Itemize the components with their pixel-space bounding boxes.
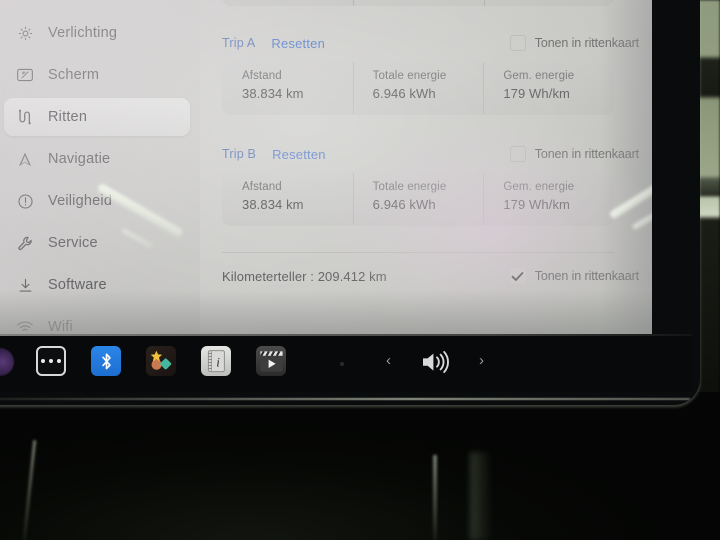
- dashboard-background: [0, 392, 720, 540]
- odometer-row: Kilometerteller : 209.412 km Tonen in ri…: [200, 265, 652, 287]
- bezel-highlight: [0, 398, 690, 400]
- previous-trip-card-clipped: [222, 0, 614, 6]
- stat-label: Totale energie: [372, 70, 447, 82]
- trip-b-header: Trip B Resetten Tonen in rittenkaart: [200, 143, 652, 165]
- trip-a-name: Trip A: [222, 36, 256, 50]
- odometer-show-on-map-toggle[interactable]: Tonen in rittenkaart: [509, 265, 639, 287]
- trip-b-stat-afstand: Afstand 38.834 km: [222, 172, 353, 226]
- volume-next-button[interactable]: ›: [479, 352, 484, 370]
- sidebar-item-verlichting[interactable]: Verlichting: [4, 14, 190, 52]
- stat-label: Afstand: [242, 181, 282, 193]
- trip-a-stats-card: Afstand 38.834 km Totale energie 6.946 k…: [222, 61, 614, 115]
- sidebar-item-label: Software: [48, 277, 107, 293]
- sidebar-item-software[interactable]: Software: [4, 266, 190, 304]
- sidebar-item-navigatie[interactable]: Navigatie: [4, 140, 190, 178]
- download-icon: [16, 276, 34, 294]
- checkbox-label: Tonen in rittenkaart: [534, 147, 639, 161]
- stat-label: Afstand: [242, 70, 282, 82]
- stat-value: 38.834 km: [242, 197, 304, 212]
- wifi-icon: [16, 318, 34, 334]
- left-glow-orb: [0, 348, 14, 376]
- stat-label: Totale energie: [372, 181, 447, 193]
- sidebar-item-ritten[interactable]: Ritten: [4, 98, 190, 136]
- odometer-text: Kilometerteller : 209.412 km: [222, 268, 387, 284]
- trips-panel: Trip A Resetten Tonen in rittenkaart Afs…: [200, 0, 652, 334]
- stat-value: 6.946 kWh: [372, 86, 436, 101]
- trip-a-header: Trip A Resetten Tonen in rittenkaart: [200, 32, 652, 54]
- trip-b-show-on-map-toggle[interactable]: Tonen in rittenkaart: [509, 143, 639, 165]
- trip-a-block: Trip A Resetten Tonen in rittenkaart Afs…: [200, 32, 652, 115]
- light-streak: [470, 452, 492, 540]
- warning-circle-icon: [16, 192, 34, 210]
- checkbox-unchecked[interactable]: [509, 146, 526, 162]
- navigation-arrow-icon: [16, 150, 34, 168]
- trip-b-stats-card: Afstand 38.834 km Totale energie 6.946 k…: [222, 172, 614, 226]
- stat-label: Gem. energie: [503, 181, 575, 193]
- trip-a-show-on-map-toggle[interactable]: Tonen in rittenkaart: [509, 32, 639, 54]
- checkbox-checked[interactable]: [509, 268, 526, 284]
- sidebar-item-label: Wifi: [48, 319, 73, 334]
- trip-b-stat-totale-energie: Totale energie 6.946 kWh: [352, 172, 484, 226]
- trip-a-reset-button[interactable]: Resetten: [271, 36, 325, 51]
- checkbox-label: Tonen in rittenkaart: [534, 36, 639, 50]
- checkbox-unchecked[interactable]: [509, 35, 526, 51]
- sidebar-item-label: Service: [48, 235, 98, 251]
- stat-value: 6.946 kWh: [372, 197, 436, 212]
- display-icon: [16, 66, 34, 84]
- sidebar-item-service[interactable]: Service: [4, 224, 190, 262]
- media-player-icon[interactable]: [256, 346, 286, 376]
- trips-road-icon: [16, 108, 34, 126]
- photo-scene: Verlichting Scherm Ritten Navigatie Veil…: [0, 0, 720, 540]
- svg-text:i: i: [216, 354, 220, 369]
- trip-a-stat-totale-energie: Totale energie 6.946 kWh: [352, 61, 484, 115]
- stat-label: Gem. energie: [503, 70, 575, 82]
- taskbar-dim-dot: [340, 362, 344, 366]
- wrench-icon: [16, 234, 34, 252]
- trip-b-stat-gem-energie: Gem. energie 179 Wh/km: [483, 172, 614, 226]
- stat-value: 179 Wh/km: [503, 197, 570, 212]
- sidebar-item-label: Navigatie: [48, 151, 111, 167]
- trip-b-reset-button[interactable]: Resetten: [272, 147, 326, 162]
- sidebar-item-label: Veiligheid: [48, 193, 113, 209]
- speaker-volume-icon[interactable]: [419, 348, 451, 381]
- stat-value: 38.834 km: [242, 86, 304, 101]
- light-streak: [433, 455, 437, 540]
- bluetooth-icon[interactable]: [91, 346, 121, 376]
- trip-a-stat-afstand: Afstand 38.834 km: [222, 61, 353, 115]
- settings-sidebar: Verlichting Scherm Ritten Navigatie Veil…: [0, 0, 200, 334]
- manual-info-icon[interactable]: i: [201, 346, 231, 376]
- sidebar-item-label: Scherm: [48, 67, 100, 83]
- sidebar-item-label: Ritten: [48, 109, 88, 125]
- stat-value: 179 Wh/km: [503, 86, 570, 101]
- sidebar-item-veiligheid[interactable]: Veiligheid: [4, 182, 190, 220]
- sidebar-item-scherm[interactable]: Scherm: [4, 56, 190, 94]
- apps-icon[interactable]: [146, 346, 176, 376]
- section-divider: [222, 252, 614, 253]
- volume-prev-button[interactable]: ‹: [386, 352, 391, 370]
- more-dots-icon[interactable]: [36, 346, 66, 376]
- trip-b-name: Trip B: [222, 147, 257, 161]
- sidebar-item-wifi[interactable]: Wifi: [4, 308, 190, 334]
- taskbar-top-edge: [0, 334, 692, 336]
- sidebar-item-label: Verlichting: [48, 25, 118, 41]
- checkbox-label: Tonen in rittenkaart: [534, 269, 639, 283]
- trip-b-block: Trip B Resetten Tonen in rittenkaart Afs…: [200, 143, 652, 226]
- car-touchscreen: Verlichting Scherm Ritten Navigatie Veil…: [0, 0, 652, 334]
- system-taskbar: i ‹ ›: [0, 334, 692, 392]
- brightness-icon: [16, 24, 34, 42]
- trip-a-stat-gem-energie: Gem. energie 179 Wh/km: [483, 61, 614, 115]
